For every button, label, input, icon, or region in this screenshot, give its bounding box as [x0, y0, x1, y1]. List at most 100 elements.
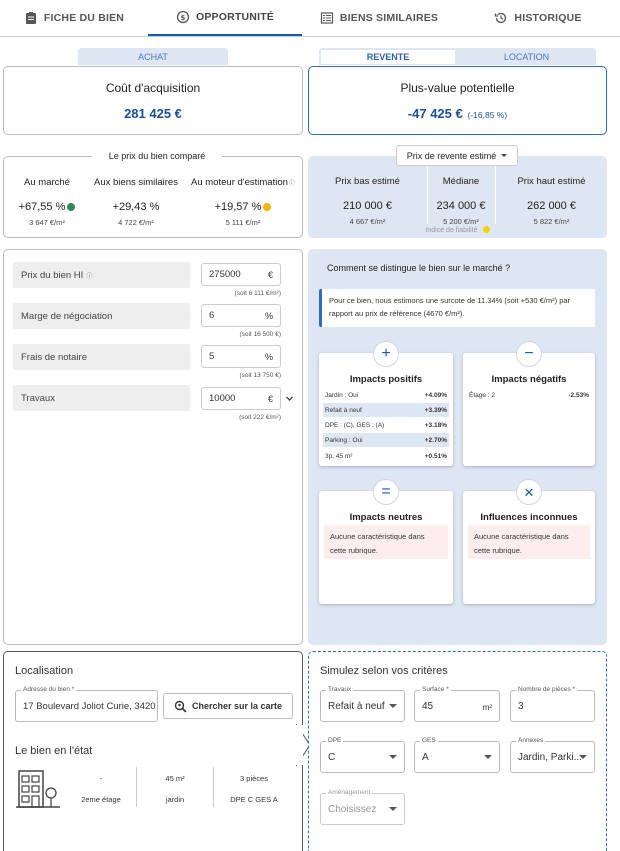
compare-label: Au moteur d'estimation [191, 177, 288, 188]
pieces-input[interactable]: Nombre de pièces * 3 [510, 686, 595, 722]
plus-icon: + [373, 341, 399, 367]
impact-row: 3p, 45 m² +0.51% [325, 452, 447, 460]
revente-mediane: Médiane 234 000 € 5 200 €/m² [427, 176, 495, 226]
influences-inconnues-title: Influences inconnues [480, 512, 578, 523]
clipboard-icon [25, 12, 36, 24]
empty-message: Aucune caractéristique dans cette rubriq… [324, 525, 448, 559]
compare-sub: 4 722 €/m² [118, 218, 154, 227]
dpe-select[interactable]: DPE C [320, 737, 405, 773]
etat-cell: 45 m² [165, 774, 185, 783]
info-icon[interactable]: ⓘ [86, 271, 92, 280]
compare-moteur: Au moteur d'estimationⓘ +19,57 % 5 111 €… [184, 177, 302, 227]
travaux-select[interactable]: Travaux Refait à neuf [320, 686, 405, 722]
revente-label: Prix bas estimé [335, 176, 400, 187]
field-label: Adresse du bien * [21, 686, 77, 693]
field-label-notaire: Frais de notaire [13, 344, 190, 370]
revente-dropdown[interactable]: Prix de revente estimé [396, 145, 518, 166]
compare-sub: 5 111 €/m² [225, 218, 261, 227]
caret-down-icon [579, 755, 587, 759]
compare-label: Aux biens similaires [94, 177, 178, 188]
select-value: C [328, 751, 336, 763]
status-dot-yellow [263, 203, 272, 211]
travaux-input[interactable]: 10000 € [201, 387, 281, 410]
segment-revente[interactable]: REVENTE [321, 50, 455, 64]
compare-similaires: Aux biens similaires +29,43 % 4 722 €/m² [90, 177, 182, 227]
surface-input[interactable]: Surface * 45 m² [414, 686, 500, 722]
revente-bas: Prix bas estimé 210 000 € 4 667 €/m² [308, 176, 427, 226]
compare-value: +29,43 % [112, 201, 160, 213]
tab-biens-similaires[interactable]: BIENS SIMILAIRES [302, 0, 456, 36]
annexes-select[interactable]: Annexes Jardin, Parki... [510, 737, 595, 773]
prix-sub: (soit 6 111 €/m²) [234, 290, 281, 297]
revente-value: 210 000 € [343, 200, 392, 212]
address-value: 17 Boulevard Joliot Curie, 3420 [23, 700, 156, 712]
etat-cell: 3 pièces [240, 774, 268, 783]
impact-row: DPE : (C), GES : (A) +3.18% [325, 421, 447, 429]
search-map-button[interactable]: Chercher sur la carte [163, 693, 293, 719]
field-label: Aménagement [326, 789, 373, 796]
financing-form-card: Prix du bien HI ⓘ 275000 € (soit 6 111 €/m… [3, 249, 303, 645]
etat-cell: - [99, 774, 103, 783]
notaire-sub: (soit 13 750 €) [239, 372, 281, 379]
tab-opportunite[interactable]: $ OPPORTUNITÉ [148, 0, 302, 36]
tab-label: FICHE DU BIEN [43, 12, 125, 24]
amenagement-select[interactable]: Aménagement Choisissez [320, 789, 405, 825]
market-title: Comment se distingue le bien sur le marc… [327, 263, 511, 273]
info-icon[interactable]: ⓘ [289, 181, 295, 187]
impact-row: Refait à neuf +3.39% [323, 403, 449, 417]
building-icon [16, 770, 60, 808]
tab-fiche-du-bien[interactable]: FICHE DU BIEN [0, 0, 148, 36]
revente-label: Prix haut estimé [517, 176, 586, 187]
segment-achat[interactable]: ACHAT [78, 48, 228, 65]
minus-icon: − [516, 341, 542, 367]
marge-input[interactable]: 6% [201, 304, 281, 327]
market-panel: Comment se distingue le bien sur le marc… [308, 249, 607, 645]
plusvalue-title: Plus-value potentielle [400, 81, 515, 95]
etat-cell: DPE C GES A [230, 795, 278, 804]
simulez-card: Simulez selon vos critères Travaux Refai… [308, 651, 607, 851]
caret-down-icon [484, 755, 492, 759]
history-icon [495, 12, 507, 24]
fiabilite-dot [482, 226, 490, 233]
input-value: 45 [422, 700, 434, 712]
compare-sub: 3 647 €/m² [29, 218, 65, 227]
caret-down-icon [389, 807, 397, 811]
impact-row: Étage : 2 -2.53% [469, 391, 589, 399]
tab-label: HISTORIQUE [514, 12, 582, 24]
compare-label: Au marché [24, 177, 70, 188]
prix-input[interactable]: 275000 € [201, 263, 281, 286]
impacts-neutres-title: Impacts neutres [349, 512, 423, 523]
address-input[interactable]: Adresse du bien * 17 Boulevard Joliot Cu… [15, 686, 158, 722]
plusvalue-card: Plus-value potentielle -47 425 € (-16,85… [308, 66, 607, 135]
field-label-travaux: Travaux [13, 385, 190, 411]
search-map-icon [174, 700, 187, 713]
ges-select[interactable]: GES A [414, 737, 500, 773]
currency-cycle-icon: $ [176, 10, 190, 24]
plusvalue-value: -47 425 € [407, 106, 463, 121]
revente-value: 234 000 € [436, 200, 486, 212]
segment-location[interactable]: LOCATION [459, 48, 594, 65]
tab-label: BIENS SIMILAIRES [339, 12, 439, 24]
revente-card: Prix de revente estimé Prix bas estimé 2… [308, 145, 607, 238]
tab-label: OPPORTUNITÉ [195, 11, 275, 23]
status-dot-green [67, 203, 76, 211]
revente-sub: 5 200 €/m² [443, 217, 479, 226]
tab-bar: FICHE DU BIEN $ OPPORTUNITÉ BIENS SIMILA… [0, 0, 620, 37]
field-label: Travaux [326, 686, 354, 693]
notaire-input[interactable]: 5% [201, 345, 281, 368]
select-value: Refait à neuf [328, 700, 385, 712]
button-label: Chercher sur la carte [191, 701, 283, 711]
chevron-down-icon[interactable] [285, 394, 294, 403]
select-placeholder: Choisissez [328, 803, 377, 815]
localisation-card: Localisation Adresse du bien * 17 Boulev… [3, 651, 303, 851]
tab-historique[interactable]: HISTORIQUE [456, 0, 620, 36]
impact-row: Parking : Oui +2.70% [323, 433, 449, 447]
caret-down-icon [389, 704, 397, 708]
revente-sub: 4 667 €/m² [349, 217, 386, 226]
impacts-neutres-card: = Impacts neutres Aucune caractéristique… [319, 479, 453, 604]
simulez-title: Simulez selon vos critères [320, 665, 448, 677]
revente-haut: Prix haut estimé 262 000 € 5 822 €/m² [496, 176, 607, 226]
compare-marche: Au marché +67,55 % 3 647 €/m² [4, 177, 90, 227]
segment-group-revente-location: REVENTE LOCATION [319, 48, 596, 65]
field-label: Nombre de pièces * [516, 686, 578, 693]
